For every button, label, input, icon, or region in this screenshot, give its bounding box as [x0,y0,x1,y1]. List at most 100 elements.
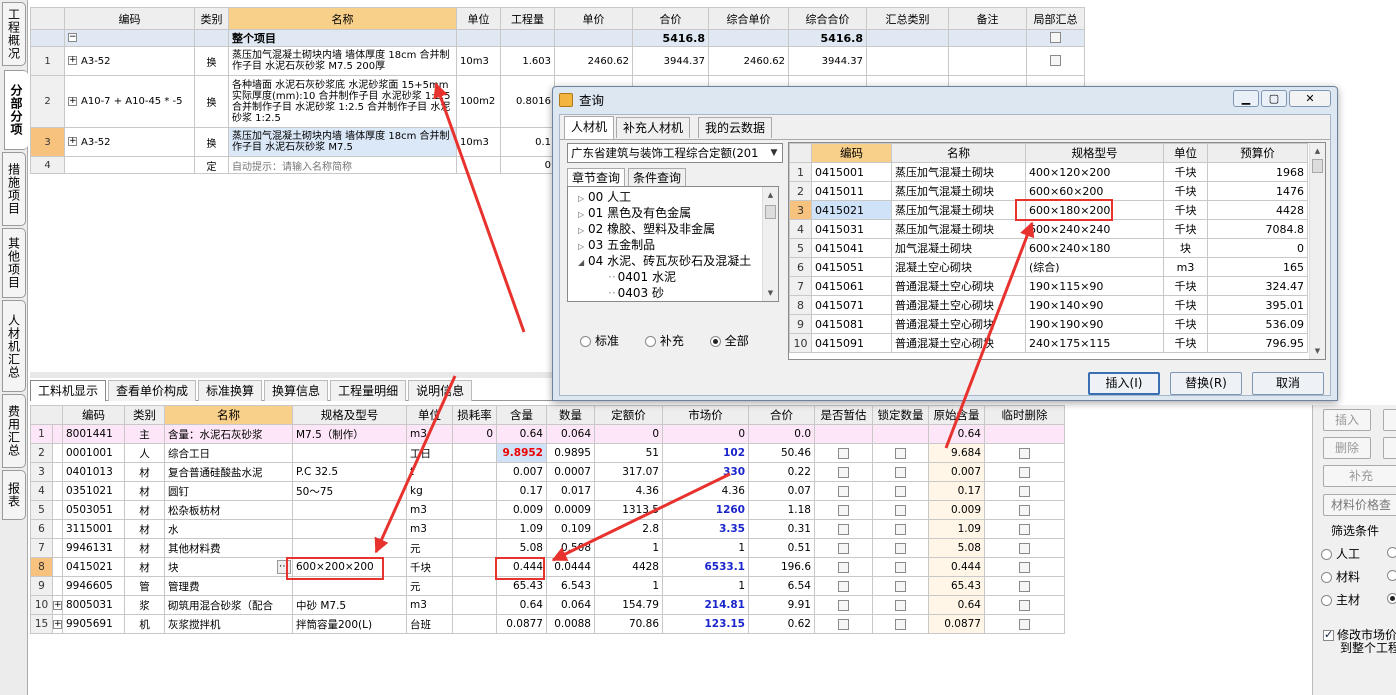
header-cell[interactable]: 单价 [554,7,633,30]
tab-subitems[interactable]: 分部分项 [4,70,28,150]
quantity[interactable]: 0.0007 [546,462,595,482]
header-cell[interactable]: 名称 [891,143,1026,163]
material-spec[interactable]: 190×115×90 [1025,276,1164,296]
material-code[interactable]: 8005031 [62,595,125,615]
market-price[interactable]: 6533.1 [662,557,749,577]
scroll-thumb[interactable] [1312,159,1323,173]
filter-radio-col2[interactable] [1387,545,1396,559]
content-value[interactable]: 0.007 [496,462,547,482]
material-unit[interactable]: 块 [1163,238,1208,258]
tab-description-info[interactable]: 说明信息 [408,380,473,401]
material-name[interactable]: 普通混凝土空心砌块 [891,314,1026,334]
is-estimate-checkbox[interactable] [838,447,849,459]
expand-icon[interactable]: + [53,619,62,629]
material-unit[interactable]: 千块 [1163,295,1208,315]
supplement-button[interactable]: 补充 [1323,465,1396,487]
temp-delete-checkbox[interactable] [1019,447,1030,459]
header-cell[interactable]: 定额价 [594,405,663,425]
material-unit[interactable]: 千块 [1163,162,1208,182]
material-name[interactable]: 普通混凝土空心砌块 [891,333,1026,353]
material-name[interactable]: 管理费 [164,576,293,596]
material-spec[interactable]: (综合) [1025,257,1164,277]
quantity[interactable]: 0.017 [546,481,595,501]
is-estimate-checkbox[interactable] [838,485,849,497]
tree-item[interactable]: ·· 0401 水泥 [568,269,676,285]
budget-price[interactable]: 1476 [1207,181,1308,201]
header-cell[interactable]: 备注 [948,7,1027,30]
material-unit[interactable]: 台班 [406,614,453,634]
temp-delete-checkbox[interactable] [1019,618,1030,630]
table-row[interactable]: 6 3115001 材水 m3 1.09 0.109 2.8 3.35 0.31 1.09 [30,519,1065,539]
material-spec[interactable]: 600×180×200 [1025,200,1164,220]
table-row[interactable]: 3 0415021 蒸压加气混凝土砌块 600×180×200 千块 4428 [789,200,1308,220]
is-estimate-checkbox[interactable] [838,618,849,630]
table-row[interactable]: 8 0415071 普通混凝土空心砌块 190×140×90 千块 395.01 [789,295,1308,315]
table-row[interactable]: 5 0415041 加气混凝土砌块 600×240×180 块 0 [789,238,1308,258]
filter-labor[interactable]: 人工 [1321,545,1360,562]
temp-delete-checkbox[interactable] [1019,542,1030,554]
material-type[interactable]: 材 [124,519,165,539]
is-estimate-checkbox[interactable] [838,504,849,516]
table-row[interactable]: 7 9946131 材其他材料费元 5.08 0.508 1 1 0.51 5.08 [30,538,1065,558]
material-unit[interactable]: m3 [406,519,453,539]
tab-standard-conversion[interactable]: 标准换算 [198,380,263,401]
material-type[interactable]: 材 [124,538,165,558]
header-cell[interactable]: 临时删除 [984,405,1065,425]
material-spec[interactable]: 中砂 M7.5 [292,595,407,615]
material-unit[interactable]: m3 [1163,257,1208,277]
insert-button[interactable]: 插入(I) [1088,372,1160,395]
is-estimate-checkbox[interactable] [838,523,849,535]
budget-price[interactable]: 4428 [1207,200,1308,220]
tree-item[interactable]: ▷ 02 橡胶、塑料及非金属 [568,221,715,237]
temp-delete-checkbox[interactable] [1019,523,1030,535]
material-name[interactable]: 蒸压加气混凝土砌块 [891,162,1026,182]
item-code[interactable]: A10-7 + A10-45 * -5 [81,96,183,107]
delete-button[interactable]: 删除 [1323,437,1371,459]
budget-price[interactable]: 0 [1207,238,1308,258]
header-cell[interactable]: 规格及型号 [292,405,407,425]
material-unit[interactable]: 千块 [1163,314,1208,334]
header-cell[interactable]: 综合合价 [788,7,867,30]
material-unit[interactable]: 千块 [1163,333,1208,353]
maximize-button[interactable]: ▢ [1261,90,1287,107]
material-spec[interactable]: M7.5（制作） [292,424,407,444]
market-price[interactable]: 3.35 [662,519,749,539]
filter-radio-col2[interactable] [1387,591,1396,605]
table-row[interactable]: 4 0415031 蒸压加气混凝土砌块 600×240×240 千块 7084.8 [789,219,1308,239]
header-cell[interactable]: 规格型号 [1025,143,1164,163]
content-value[interactable]: 0.64 [496,595,547,615]
quantity[interactable]: 0.508 [546,538,595,558]
material-unit[interactable]: 千块 [1163,200,1208,220]
table-row[interactable]: 6 0415051 混凝土空心砌块 (综合) m3 165 [789,257,1308,277]
header-cell[interactable]: 含量 [496,405,547,425]
material-unit[interactable]: t [406,462,453,482]
header-cell[interactable]: 单位 [1163,143,1208,163]
material-name[interactable]: 蒸压加气混凝土砌块 [891,181,1026,201]
is-estimate-checkbox[interactable] [838,599,849,611]
content-value[interactable]: 0.0877 [496,614,547,634]
content-value[interactable]: 0.17 [496,481,547,501]
content-value[interactable]: 5.08 [496,538,547,558]
table-row[interactable]: 7 0415061 普通混凝土空心砌块 190×115×90 千块 324.47 [789,276,1308,296]
material-code[interactable]: 0415021 [811,200,892,220]
header-cell[interactable]: 汇总类别 [866,7,949,30]
tab-labor-material-display[interactable]: 工料机显示 [30,380,107,401]
is-estimate-checkbox[interactable] [838,580,849,592]
header-cell[interactable]: 合价 [748,405,815,425]
material-code[interactable]: 0415081 [811,314,892,334]
header-cell[interactable]: 类别 [124,405,165,425]
material-type[interactable]: 材 [124,481,165,501]
partial-summary-checkbox[interactable] [1050,32,1061,44]
loss-rate[interactable]: 0 [452,424,497,444]
material-type[interactable]: 浆 [124,595,165,615]
budget-price[interactable]: 536.09 [1207,314,1308,334]
expand-icon[interactable]: + [68,137,77,146]
truncated-button[interactable] [1383,409,1396,431]
tab-my-cloud-data[interactable]: 我的云数据 [698,117,773,138]
item-unit[interactable]: 10m3 [456,46,501,76]
content-value[interactable]: 1.09 [496,519,547,539]
radio-icon[interactable] [1387,547,1396,558]
radio-icon[interactable] [709,336,721,347]
material-name[interactable]: 蒸压加气混凝土砌块 [891,200,1026,220]
material-name[interactable]: 松杂板枋材 [164,500,293,520]
